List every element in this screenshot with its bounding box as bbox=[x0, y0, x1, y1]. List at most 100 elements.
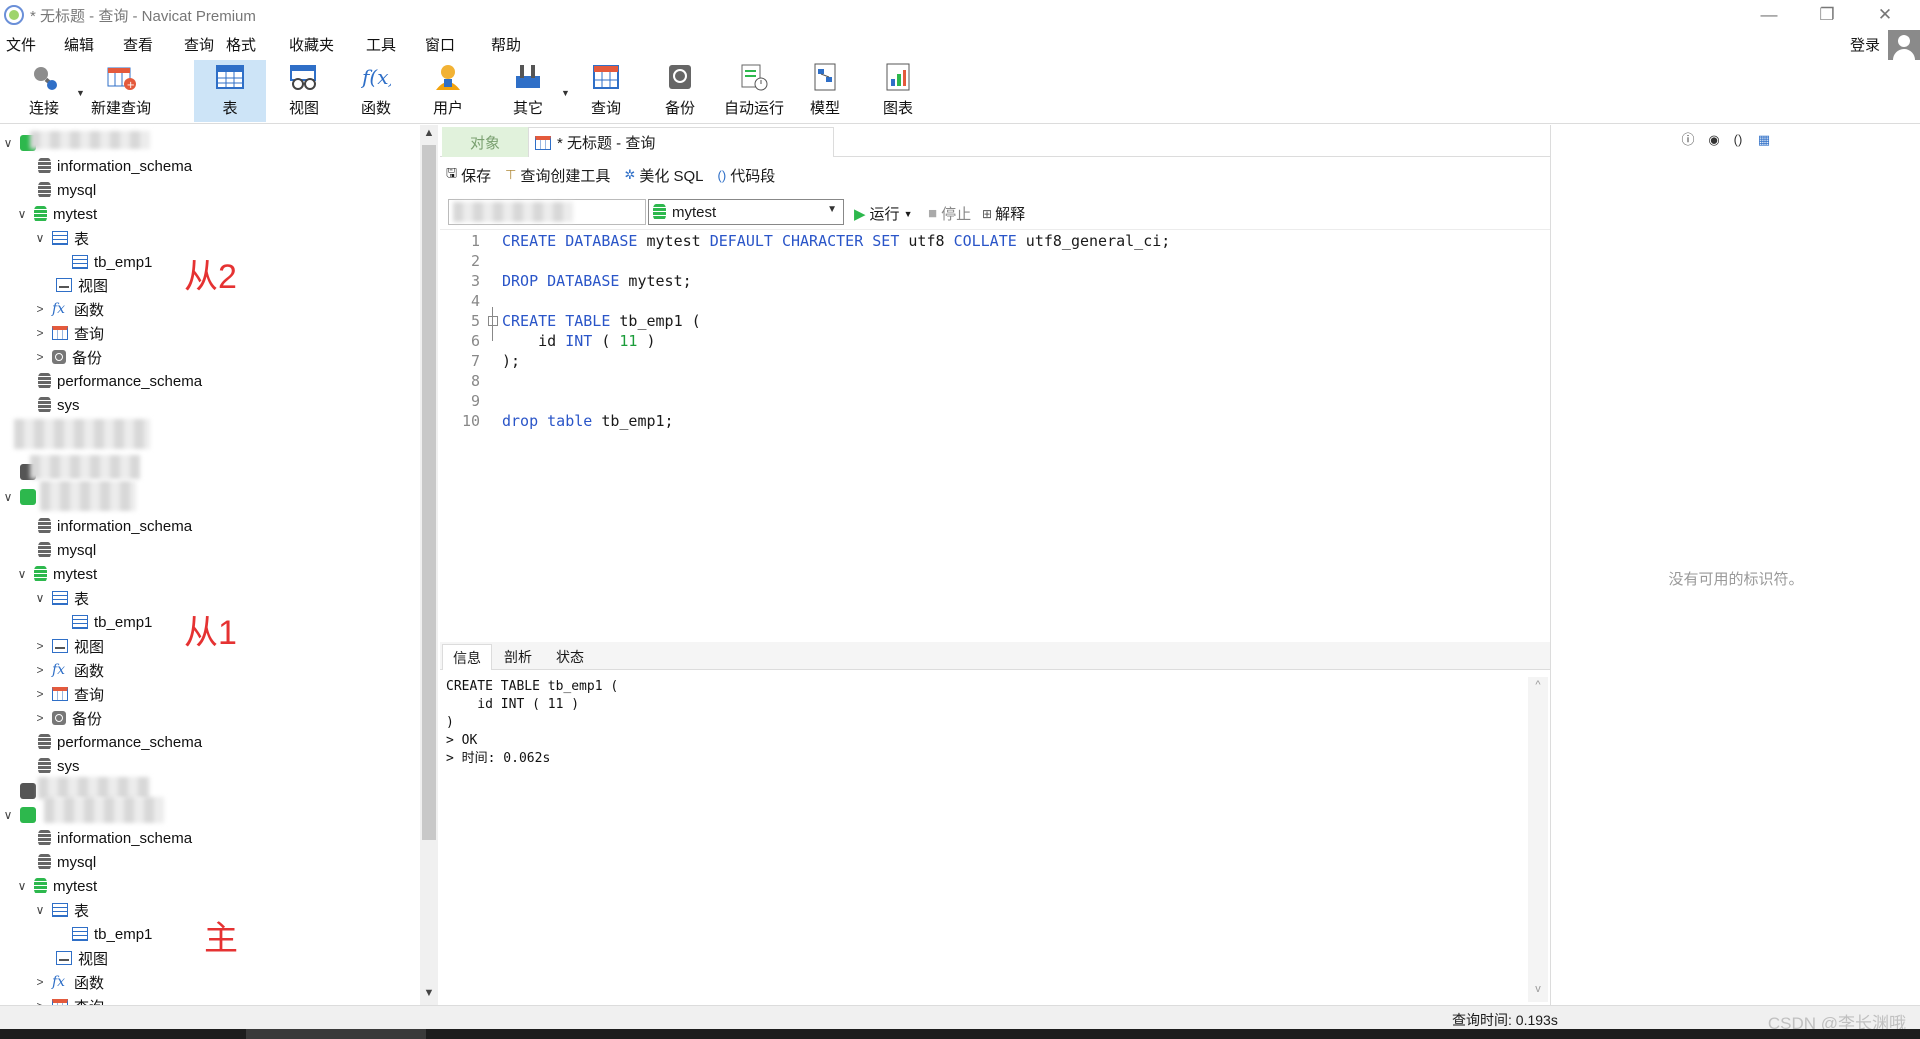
connection-row[interactable]: ∨ bbox=[2, 485, 40, 509]
connection-row[interactable] bbox=[20, 779, 40, 803]
tree-item-backups[interactable]: > 备份 bbox=[34, 345, 102, 369]
new-query-button[interactable]: + 新建查询 bbox=[86, 60, 156, 122]
chart-button[interactable]: 图表 bbox=[870, 60, 926, 122]
expand-chevron-icon[interactable]: > bbox=[34, 350, 46, 364]
scroll-down-icon[interactable]: ▼ bbox=[420, 987, 438, 999]
tree-item-queries[interactable]: > 查询 bbox=[34, 321, 104, 345]
scrollbar-thumb[interactable] bbox=[422, 145, 436, 840]
view-button[interactable]: 视图 bbox=[276, 60, 332, 122]
user-avatar-icon[interactable] bbox=[1888, 30, 1920, 60]
tree-item-queries[interactable]: > 查询 bbox=[34, 682, 104, 706]
tree-item-functions[interactable]: > fx 函数 bbox=[34, 658, 104, 682]
other-dropdown-arrow[interactable]: ▼ bbox=[561, 88, 570, 98]
tree-item-schema[interactable]: information_schema bbox=[38, 514, 192, 538]
menu-file[interactable]: 文件 bbox=[6, 34, 36, 55]
menu-window[interactable]: 窗口 bbox=[425, 34, 455, 55]
collapse-chevron-icon[interactable]: ∨ bbox=[16, 207, 28, 221]
query-button[interactable]: 查询 bbox=[578, 60, 634, 122]
tree-item-table[interactable]: tb_emp1 bbox=[72, 610, 152, 634]
menu-favorites[interactable]: 收藏夹 bbox=[289, 34, 334, 55]
tree-item-schema[interactable]: mysql bbox=[38, 850, 96, 874]
parentheses-icon[interactable]: () bbox=[1731, 133, 1745, 147]
tree-item-tables-folder[interactable]: ∨ 表 bbox=[34, 226, 89, 250]
login-button[interactable]: 登录 bbox=[1850, 34, 1880, 55]
tree-item-views[interactable]: 视图 bbox=[56, 946, 108, 970]
fold-toggle-icon[interactable] bbox=[488, 316, 498, 326]
tree-item-schema[interactable]: information_schema bbox=[38, 154, 192, 178]
collapse-chevron-icon[interactable]: ∨ bbox=[16, 567, 28, 581]
tab-info[interactable]: 信息 bbox=[442, 644, 492, 670]
connect-button[interactable]: 连接 bbox=[14, 60, 74, 122]
connection-select[interactable] bbox=[448, 199, 646, 225]
model-button[interactable]: 模型 bbox=[797, 60, 853, 122]
expand-chevron-icon[interactable]: > bbox=[34, 711, 46, 725]
run-button[interactable]: ▶ 运行 ▼ bbox=[854, 203, 912, 224]
tree-item-backups[interactable]: > 备份 bbox=[34, 706, 102, 730]
collapse-chevron-icon[interactable]: ∨ bbox=[2, 808, 14, 822]
tree-item-tables-folder[interactable]: ∨ 表 bbox=[34, 586, 89, 610]
taskbar-active-app[interactable] bbox=[246, 1029, 426, 1039]
tree-item-schema[interactable]: sys bbox=[38, 754, 80, 778]
close-button[interactable]: ✕ bbox=[1856, 0, 1914, 30]
restore-button[interactable]: ❐ bbox=[1798, 0, 1856, 30]
tree-item-schema[interactable]: mysql bbox=[38, 538, 96, 562]
save-button[interactable]: 🖫 保存 bbox=[446, 164, 491, 186]
function-button[interactable]: f(x) 函数 bbox=[348, 60, 404, 122]
collapse-chevron-icon[interactable]: ∨ bbox=[34, 903, 46, 917]
tree-item-table[interactable]: tb_emp1 bbox=[72, 922, 152, 946]
tree-item-db-mytest[interactable]: ∨ mytest bbox=[16, 202, 98, 226]
tree-item-views[interactable]: > 视图 bbox=[34, 634, 104, 658]
scroll-up-icon[interactable]: ^ bbox=[1528, 679, 1548, 691]
expand-chevron-icon[interactable]: > bbox=[34, 663, 46, 677]
tab-query[interactable]: * 无标题 - 查询 bbox=[528, 127, 834, 157]
tree-item-table[interactable]: tb_emp1 bbox=[72, 250, 152, 274]
explain-button[interactable]: ⊞ 解释 bbox=[982, 203, 1025, 224]
collapse-chevron-icon[interactable]: ∨ bbox=[34, 231, 46, 245]
stop-button[interactable]: ■ 停止 bbox=[928, 203, 971, 224]
tree-item-schema[interactable]: mysql bbox=[38, 178, 96, 202]
menu-edit[interactable]: 编辑 bbox=[64, 34, 94, 55]
tree-item-schema[interactable]: sys bbox=[38, 393, 80, 417]
tree-item-views[interactable]: 视图 bbox=[56, 273, 108, 297]
tab-objects[interactable]: 对象 bbox=[442, 127, 528, 157]
tree-item-schema[interactable]: performance_schema bbox=[38, 369, 202, 393]
chevron-down-icon[interactable]: ▼ bbox=[904, 209, 913, 219]
connection-row[interactable]: ∨ bbox=[2, 803, 40, 827]
database-select[interactable]: mytest ▼ bbox=[648, 199, 844, 225]
collapse-chevron-icon[interactable]: ∨ bbox=[16, 879, 28, 893]
table-button[interactable]: 表 bbox=[194, 60, 266, 122]
backup-button[interactable]: 备份 bbox=[652, 60, 708, 122]
connect-dropdown-arrow[interactable]: ▼ bbox=[76, 88, 85, 98]
tab-profile[interactable]: 剖析 bbox=[492, 644, 544, 670]
collapse-chevron-icon[interactable]: ∨ bbox=[2, 136, 14, 150]
sidebar-scrollbar[interactable]: ▲ ▼ bbox=[420, 125, 438, 1005]
beautify-sql-button[interactable]: ✲ 美化 SQL bbox=[624, 165, 703, 186]
menu-format[interactable]: 格式 bbox=[226, 34, 256, 55]
sql-editor[interactable]: 1 2 3 4 5 6 7 8 9 10 CREATE DATABASE myt… bbox=[440, 229, 1550, 641]
collapse-chevron-icon[interactable]: ∨ bbox=[34, 591, 46, 605]
scroll-down-icon[interactable]: v bbox=[1528, 983, 1548, 995]
menu-tools[interactable]: 工具 bbox=[366, 34, 396, 55]
tree-item-tables-folder[interactable]: ∨ 表 bbox=[34, 898, 89, 922]
expand-chevron-icon[interactable]: > bbox=[34, 302, 46, 316]
user-button[interactable]: 用户 bbox=[420, 60, 476, 122]
tree-item-schema[interactable]: performance_schema bbox=[38, 730, 202, 754]
expand-chevron-icon[interactable]: > bbox=[34, 639, 46, 653]
expand-chevron-icon[interactable]: > bbox=[34, 687, 46, 701]
tree-item-functions[interactable]: > fx 函数 bbox=[34, 297, 104, 321]
eye-icon[interactable]: ◉ bbox=[1707, 133, 1721, 147]
other-button[interactable]: 其它 bbox=[500, 60, 556, 122]
grid-icon[interactable]: ▦ bbox=[1757, 133, 1771, 147]
menu-query[interactable]: 查询 bbox=[184, 34, 214, 55]
expand-chevron-icon[interactable]: > bbox=[34, 326, 46, 340]
minimize-button[interactable]: — bbox=[1740, 0, 1798, 30]
query-builder-button[interactable]: ⊤ 查询创建工具 bbox=[505, 165, 610, 186]
menu-view[interactable]: 查看 bbox=[123, 34, 153, 55]
tree-item-functions[interactable]: > fx 函数 bbox=[34, 970, 104, 994]
info-icon[interactable]: ⓘ bbox=[1681, 133, 1695, 147]
tree-item-queries[interactable]: > 查询 bbox=[34, 994, 104, 1005]
tree-item-db-mytest[interactable]: ∨ mytest bbox=[16, 562, 98, 586]
tree-item-db-mytest[interactable]: ∨ mytest bbox=[16, 874, 98, 898]
expand-chevron-icon[interactable]: > bbox=[34, 975, 46, 989]
code-snippet-button[interactable]: () 代码段 bbox=[718, 165, 776, 186]
